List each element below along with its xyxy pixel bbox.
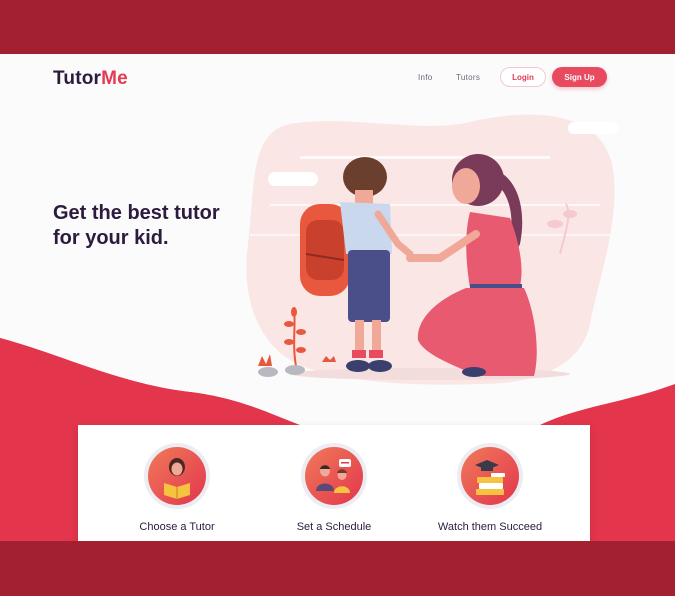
step-label: Set a Schedule	[296, 521, 372, 533]
schedule-meeting-icon	[305, 447, 363, 505]
logo[interactable]: TutorMe	[53, 68, 128, 90]
step-circle	[144, 443, 210, 509]
logo-accent: Me	[101, 68, 128, 89]
step-label: Watch them Succeed	[437, 521, 543, 533]
nav-link-tutors[interactable]: Tutors	[456, 73, 480, 82]
login-button[interactable]: Login	[500, 67, 546, 87]
step-label: Choose a Tutor	[139, 521, 215, 533]
landing-page: TutorMe Info Tutors Login Sign Up Get th…	[0, 54, 675, 541]
logo-primary: Tutor	[53, 68, 102, 89]
step-watch-succeed[interactable]: Watch them Succeed	[415, 443, 565, 533]
hero-headline-line1: Get the best tutor	[53, 202, 220, 224]
steps-card: Choose a Tutor Set a Schedule Watch them…	[78, 425, 590, 541]
step-choose-tutor[interactable]: Choose a Tutor	[102, 443, 252, 533]
signup-button[interactable]: Sign Up	[552, 67, 607, 87]
hero-headline-line2: for your kid.	[53, 227, 169, 249]
graduation-books-icon	[461, 447, 519, 505]
step-set-schedule[interactable]: Set a Schedule	[259, 443, 409, 533]
nav-link-info[interactable]: Info	[418, 73, 433, 82]
step-circle	[457, 443, 523, 509]
hero-headline: Get the best tutor for your kid.	[53, 201, 253, 251]
tutor-reading-icon	[148, 447, 206, 505]
top-nav: TutorMe Info Tutors Login Sign Up	[0, 54, 675, 102]
step-circle	[301, 443, 367, 509]
